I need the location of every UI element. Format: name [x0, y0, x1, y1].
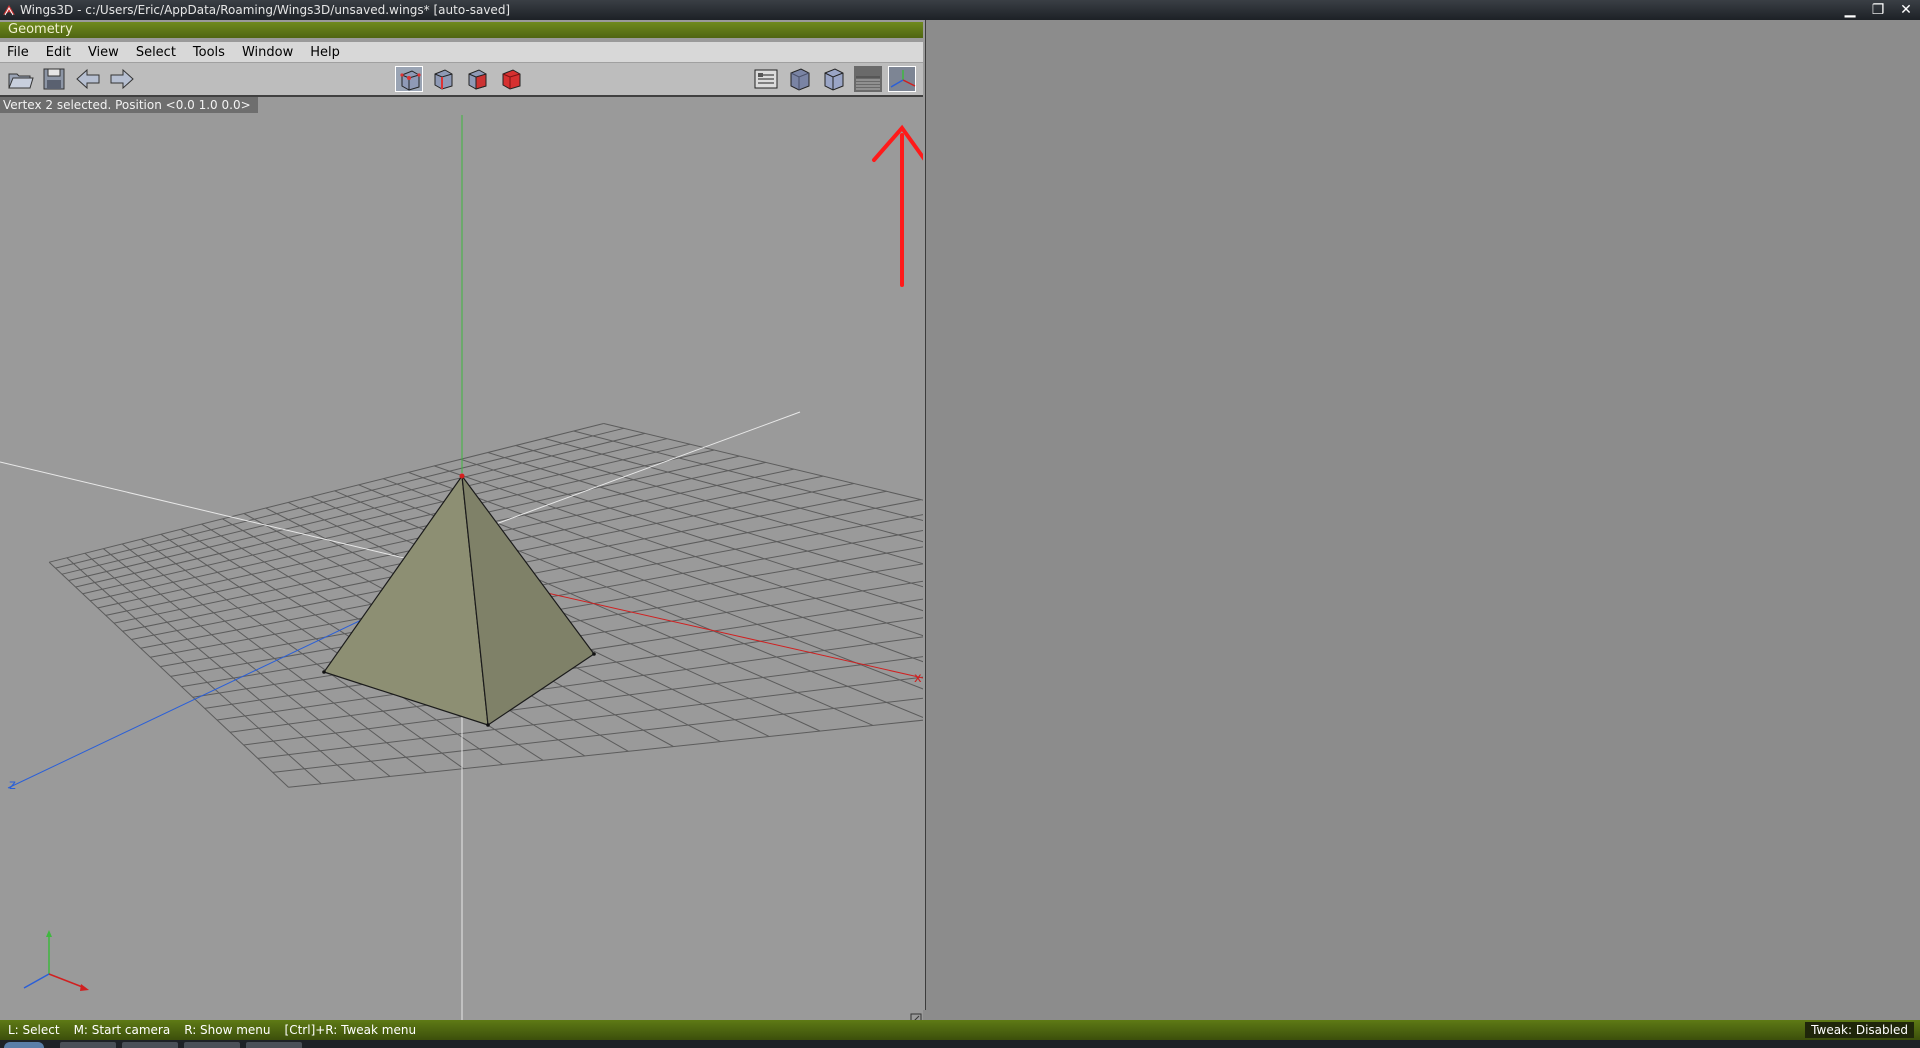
hint-right-menu: R: Show menu [184, 1023, 271, 1037]
menu-window[interactable]: Window [235, 45, 303, 60]
menu-help[interactable]: Help [303, 45, 350, 60]
window-title-bar: Wings3D - c:/Users/Eric/AppData/Roaming/… [0, 0, 1920, 20]
vertex-mode-icon[interactable] [395, 66, 423, 92]
window-title: Wings3D - c:/Users/Eric/AppData/Roaming/… [20, 3, 511, 17]
face-mode-icon[interactable] [463, 66, 491, 92]
undo-arrow-icon[interactable] [74, 66, 102, 92]
hint-middle-camera: M: Start camera [73, 1023, 171, 1037]
hint-tweak-menu: [Ctrl]+R: Tweak menu [284, 1023, 417, 1037]
close-button[interactable]: ✕ [1892, 0, 1920, 20]
toolbar [0, 63, 923, 97]
ortho-grid-icon[interactable] [854, 66, 882, 92]
workmode-toggle-icon[interactable] [752, 66, 780, 92]
taskbar-item[interactable] [122, 1042, 178, 1048]
body-mode-icon[interactable] [497, 66, 525, 92]
vertex [322, 670, 326, 674]
3d-viewport[interactable]: x z [0, 115, 923, 1025]
taskbar-item[interactable] [246, 1042, 302, 1048]
redo-arrow-icon[interactable] [108, 66, 136, 92]
menu-tools[interactable]: Tools [186, 45, 235, 60]
z-axis-label: z [9, 778, 16, 793]
restore-button[interactable]: ❐ [1864, 0, 1892, 20]
wings3d-app-icon [3, 5, 15, 16]
geometry-window-title[interactable]: Geometry [0, 22, 923, 38]
window-controls: ▁ ❐ ✕ [1836, 0, 1920, 20]
vertex [486, 723, 490, 727]
menu-edit[interactable]: Edit [39, 45, 81, 60]
menu-select[interactable]: Select [129, 45, 186, 60]
flat-shading-icon[interactable] [820, 66, 848, 92]
x-axis-label: x [914, 671, 922, 686]
geometry-window: Geometry File Edit View Select Tools Win… [0, 20, 926, 1025]
menu-view[interactable]: View [81, 45, 129, 60]
open-folder-icon[interactable] [6, 66, 34, 92]
taskbar-item[interactable] [184, 1042, 240, 1048]
show-axes-icon[interactable] [888, 66, 916, 92]
mouse-hints: L: Select M: Start camera R: Show menu [… [8, 1020, 416, 1040]
smooth-shading-icon[interactable] [786, 66, 814, 92]
hint-left-select: L: Select [8, 1023, 60, 1037]
selected-vertex [459, 473, 465, 479]
start-orb-icon[interactable] [4, 1042, 44, 1048]
menu-file[interactable]: File [0, 45, 39, 60]
bottom-hint-bar: L: Select M: Start camera R: Show menu [… [0, 1020, 1920, 1040]
info-line: Vertex 2 selected. Position <0.0 1.0 0.0… [0, 97, 258, 113]
edge-mode-icon[interactable] [429, 66, 457, 92]
tweak-status-badge[interactable]: Tweak: Disabled [1805, 1022, 1914, 1038]
minimize-button[interactable]: ▁ [1836, 0, 1864, 20]
vertex [592, 652, 596, 656]
taskbar-strip [0, 1040, 1920, 1048]
menu-bar: File Edit View Select Tools Window Help [0, 42, 923, 63]
taskbar-item[interactable] [60, 1042, 116, 1048]
save-disk-icon[interactable] [40, 66, 68, 92]
